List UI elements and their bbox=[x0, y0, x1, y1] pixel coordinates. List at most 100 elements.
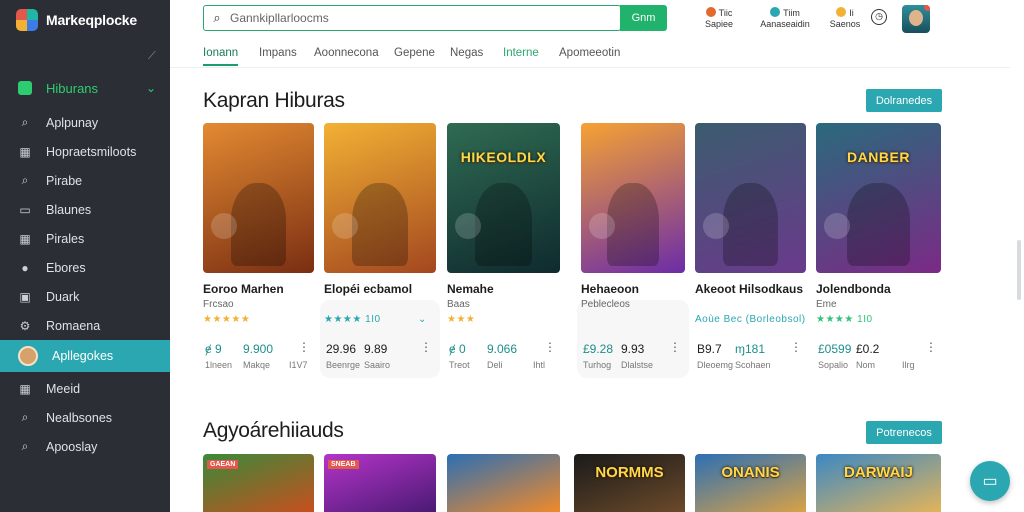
stat-value: £0599 bbox=[818, 342, 852, 356]
card-title[interactable]: Akeoot Hilsodkaus bbox=[695, 282, 803, 296]
user-avatar[interactable] bbox=[902, 5, 930, 33]
sidebar-item[interactable]: ⌕ Aplpunay bbox=[0, 108, 170, 137]
top-stat-label: Saenos bbox=[829, 19, 861, 29]
stat-extra: Ihtl bbox=[533, 360, 546, 370]
sidebar-item-label: Apllegokes bbox=[52, 349, 114, 363]
chat-icon: ▭ bbox=[19, 202, 31, 217]
game-logo: HIKEOLDLX bbox=[460, 149, 547, 165]
stat-label: Beenrge bbox=[326, 360, 361, 370]
card-subtitle: Eme bbox=[816, 299, 837, 310]
search-input[interactable]: Gannkipllarloocms bbox=[230, 11, 329, 25]
game-cover-image[interactable]: SNEAB bbox=[324, 454, 436, 512]
game-character bbox=[230, 183, 287, 266]
game-cover-image[interactable] bbox=[324, 123, 436, 273]
top-stat[interactable]: Tiic Sapiee bbox=[689, 7, 749, 30]
section-title: Kapran Hiburas bbox=[203, 89, 345, 112]
search-icon: ⌕ bbox=[21, 115, 29, 129]
game-cover-image[interactable]: GAEAN bbox=[203, 454, 314, 512]
card-title[interactable]: Hehaeoon bbox=[581, 282, 639, 296]
decor-orb bbox=[332, 213, 358, 239]
scrollbar[interactable] bbox=[1017, 240, 1021, 300]
sidebar-item[interactable]: ⌕ Apooslay bbox=[0, 432, 170, 461]
brand[interactable]: Markeqplocke bbox=[0, 0, 170, 40]
collapse-sidebar-icon[interactable]: ⟋ bbox=[148, 50, 156, 63]
sidebar-item-label: Hopraetsmiloots bbox=[46, 144, 137, 159]
section-button[interactable]: Potrenecos bbox=[866, 421, 942, 444]
game-cover-image[interactable]: DARWAIJ bbox=[816, 454, 941, 512]
card-tag: GAEAN bbox=[207, 460, 239, 469]
card-title[interactable]: Jolendbonda bbox=[816, 282, 891, 296]
top-stat[interactable]: Ii Saenos bbox=[815, 7, 875, 30]
card-title[interactable]: Elopéi ecbamol bbox=[324, 282, 412, 296]
more-options-icon[interactable]: ⋮ bbox=[298, 340, 310, 354]
stat-label: Dlalstse bbox=[621, 360, 654, 370]
game-cover-image[interactable] bbox=[695, 123, 806, 273]
more-options-icon[interactable]: ⋮ bbox=[790, 340, 802, 354]
sidebar: Markeqplocke ⟋ Hiburans ⌄ ⌕ Aplpunay ▦ Hopr… bbox=[0, 0, 170, 512]
tab[interactable]: Negas bbox=[450, 47, 483, 59]
game-character bbox=[352, 183, 408, 266]
sidebar-item[interactable]: ▦ Hopraetsmiloots bbox=[0, 137, 170, 166]
decor-orb bbox=[824, 213, 850, 239]
search-bar[interactable]: ⌕ Gannkipllarloocms bbox=[203, 5, 621, 31]
game-logo: DANBER bbox=[847, 149, 910, 165]
section-button[interactable]: Dolranedes bbox=[866, 89, 942, 112]
game-cover-image[interactable] bbox=[203, 123, 314, 273]
game-cover-image[interactable]: HIKEOLDLX bbox=[447, 123, 560, 273]
chevron-down-icon[interactable]: ⌄ bbox=[146, 81, 156, 95]
sidebar-item-label: Duark bbox=[46, 289, 80, 304]
sidebar-item[interactable]: ⚙ Romaena bbox=[0, 311, 170, 340]
sidebar-item-label: Aplpunay bbox=[46, 115, 99, 130]
tab[interactable]: Gepene bbox=[394, 47, 435, 59]
sidebar-item-label: Meeid bbox=[46, 381, 81, 396]
game-cover-image[interactable]: DANBER bbox=[816, 123, 941, 273]
grid-icon: ▦ bbox=[19, 231, 31, 246]
sidebar-item[interactable]: ▭ Blaunes bbox=[0, 195, 170, 224]
card-subtitle: Peblecleos bbox=[581, 299, 630, 310]
tab[interactable]: Apomeeotin bbox=[559, 47, 620, 59]
sidebar-item-label: Romaena bbox=[46, 318, 101, 333]
card-title[interactable]: Eoroo Marhen bbox=[203, 282, 284, 296]
top-stat-label: Sapiee bbox=[704, 19, 734, 29]
chat-fab-button[interactable]: ▭ bbox=[970, 461, 1010, 501]
sidebar-item[interactable]: ▦ Meeid bbox=[0, 374, 170, 403]
avatar-icon bbox=[18, 346, 38, 366]
app-name: Markeqplocke bbox=[46, 12, 137, 28]
more-options-icon[interactable]: ⋮ bbox=[925, 340, 937, 354]
game-cover-image[interactable]: ONANIS bbox=[695, 454, 806, 512]
sidebar-item-label: Apooslay bbox=[46, 439, 98, 454]
tab[interactable]: Interne bbox=[503, 47, 539, 59]
stat-label: Sopalio bbox=[818, 360, 849, 370]
game-cover-image[interactable] bbox=[581, 123, 685, 273]
status-dot-icon bbox=[836, 7, 847, 17]
search-icon: ⌕ bbox=[21, 439, 29, 453]
status-dot-icon bbox=[770, 7, 781, 17]
game-cover-image[interactable] bbox=[447, 454, 560, 512]
stat-label: Deli bbox=[487, 360, 503, 370]
stat-value: 29.96 bbox=[326, 342, 357, 356]
top-stat-value: Tiim bbox=[783, 8, 800, 18]
sidebar-item[interactable]: ⌕ Pirabe bbox=[0, 166, 170, 195]
search-button[interactable]: Gnm bbox=[620, 5, 667, 31]
top-stat-value: Ii bbox=[849, 8, 854, 18]
top-stat[interactable]: Tiim Aanaseaidin bbox=[755, 7, 815, 30]
sidebar-item[interactable]: ▣ Duark bbox=[0, 282, 170, 311]
chevron-down-icon[interactable]: ⌄ bbox=[418, 314, 427, 325]
card-title[interactable]: Nemahe bbox=[447, 282, 494, 296]
tab[interactable]: Ionann bbox=[203, 47, 239, 66]
more-options-icon[interactable]: ⋮ bbox=[420, 340, 432, 354]
tab[interactable]: Aoonnecona bbox=[314, 47, 379, 59]
sidebar-section-hiburans[interactable]: Hiburans ⌄ bbox=[0, 76, 170, 100]
more-options-icon[interactable]: ⋮ bbox=[544, 340, 556, 354]
tab[interactable]: Impans bbox=[259, 47, 297, 59]
card-tag: SNEAB bbox=[328, 460, 359, 469]
stat-value: B9.7 bbox=[697, 342, 722, 356]
sidebar-item[interactable]: Apllegokes bbox=[0, 340, 170, 372]
sidebar-item[interactable]: ⌕ Nealbsones bbox=[0, 403, 170, 432]
more-options-icon[interactable]: ⋮ bbox=[669, 340, 681, 354]
game-cover-image[interactable]: NORMMS bbox=[574, 454, 685, 512]
stat-value: 9.93 bbox=[621, 342, 645, 356]
clock-icon[interactable]: ◷ bbox=[871, 9, 887, 25]
sidebar-item[interactable]: ▦ Pirales bbox=[0, 224, 170, 253]
sidebar-item[interactable]: ● Ebores bbox=[0, 253, 170, 282]
